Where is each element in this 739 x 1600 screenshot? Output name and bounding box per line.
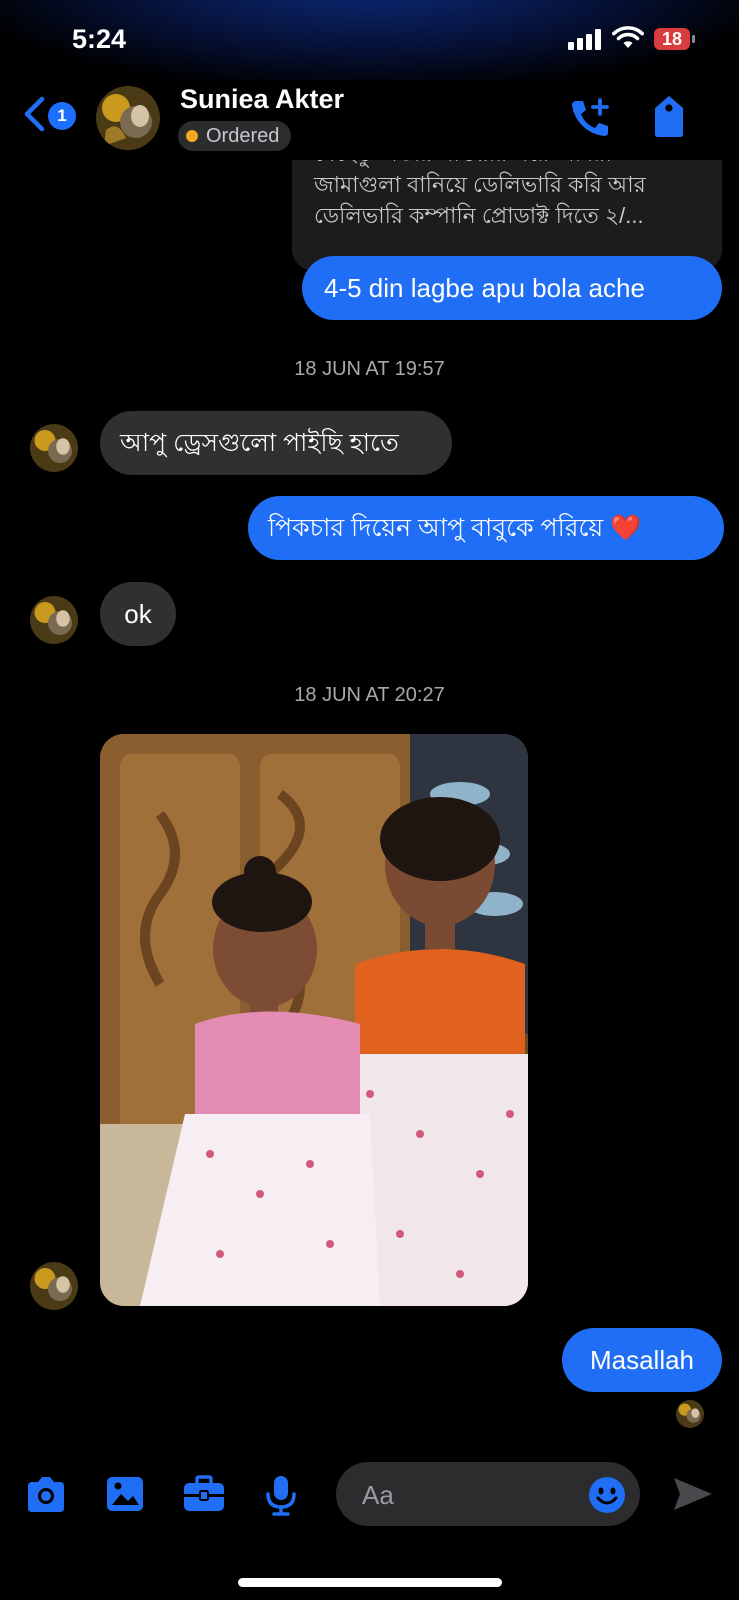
contact-name[interactable]: Suniea Akter: [180, 84, 344, 115]
briefcase-icon[interactable]: [182, 1474, 226, 1514]
image-icon[interactable]: [104, 1474, 146, 1514]
incoming-message[interactable]: ok: [100, 582, 176, 646]
read-receipt-avatar: [676, 1400, 704, 1428]
timestamp: 18 JUN AT 20:27: [294, 684, 445, 706]
tag-icon[interactable]: [652, 94, 686, 138]
outgoing-message[interactable]: Masallah: [562, 1328, 722, 1392]
camera-icon[interactable]: [24, 1474, 68, 1514]
contact-avatar-small: [30, 1262, 78, 1310]
status-time: 5:24: [72, 24, 127, 54]
message-input-placeholder: Aa: [362, 1480, 394, 1510]
outgoing-message[interactable]: পিকচার দিয়েন আপু বাবুকে পরিয়ে ❤️: [248, 496, 724, 560]
status-bar: 5:24 18: [0, 0, 739, 80]
battery-indicator: 18: [654, 28, 696, 52]
unread-badge[interactable]: 1: [48, 102, 76, 130]
order-status-label: Ordered: [206, 124, 280, 147]
photo-message[interactable]: [100, 734, 528, 1306]
wifi-icon: [612, 26, 644, 48]
contact-avatar-small: [30, 424, 78, 472]
chevron-left-icon[interactable]: [22, 96, 46, 132]
send-icon[interactable]: [672, 1474, 714, 1514]
contact-avatar[interactable]: [96, 86, 160, 150]
quoted-line: জামাগুলা বানিয়ে ডেলিভারি করি আর: [314, 172, 646, 197]
message-input[interactable]: Aa: [336, 1462, 640, 1526]
cellular-signal-icon: [568, 28, 604, 50]
timestamp: 18 JUN AT 19:57: [294, 358, 445, 380]
battery-level: 18: [661, 29, 683, 49]
quoted-line: ডেলিভারি কম্পানি প্রোডাক্ট দিতে ২/...: [314, 203, 644, 228]
contact-avatar-small: [30, 596, 78, 644]
order-status-badge[interactable]: Ordered: [178, 121, 292, 151]
phone-plus-icon[interactable]: [568, 96, 612, 140]
status-dot: [186, 130, 198, 142]
incoming-message[interactable]: আপু ড্রেসগুলো পাইছি হাতে: [100, 411, 452, 475]
microphone-icon[interactable]: [264, 1474, 298, 1516]
outgoing-message[interactable]: 4-5 din lagbe apu bola ache: [302, 256, 722, 320]
home-indicator: [238, 1578, 502, 1587]
emoji-icon[interactable]: [588, 1476, 626, 1514]
